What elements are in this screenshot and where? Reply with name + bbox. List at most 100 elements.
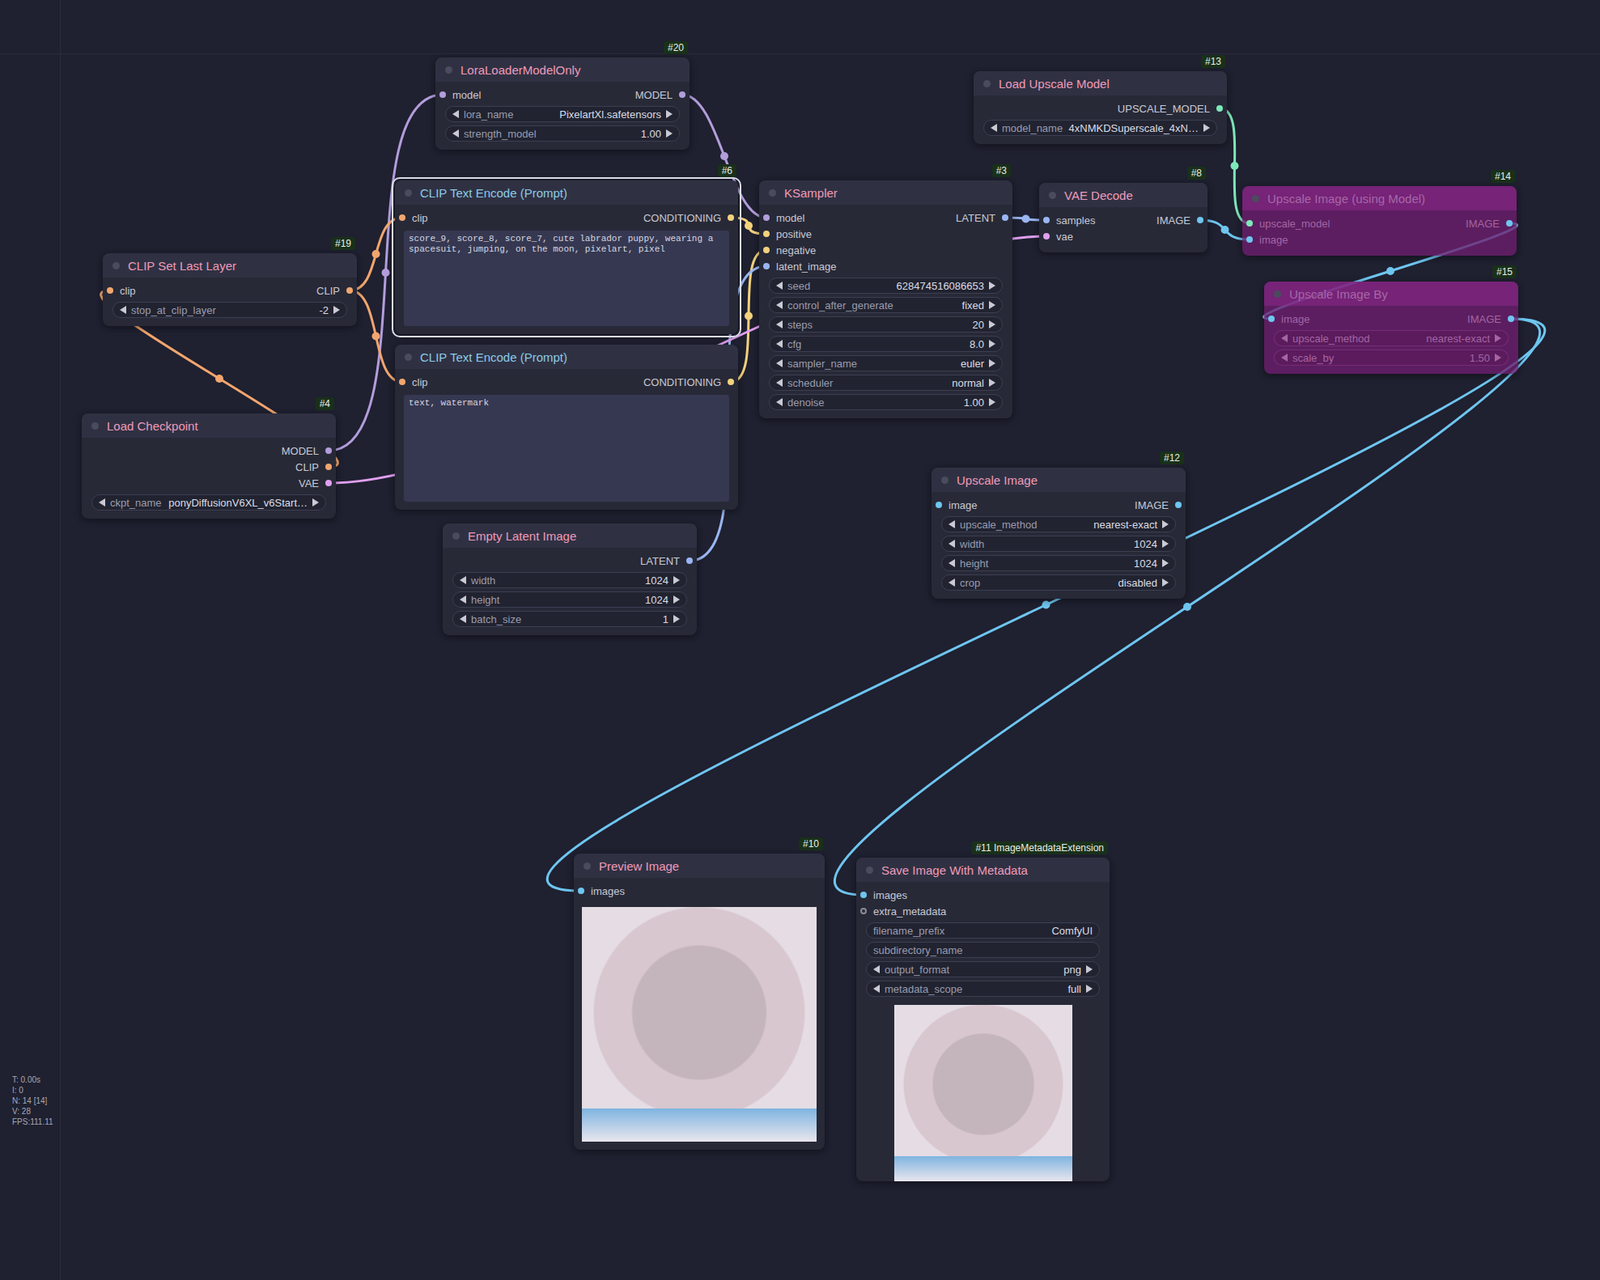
- output-slot[interactable]: LATENT: [886, 209, 1014, 226]
- output-slot[interactable]: MODEL: [562, 86, 690, 103]
- collapse-dot-icon[interactable]: [1048, 191, 1057, 200]
- widget[interactable]: steps20: [768, 316, 1003, 333]
- node[interactable]: #6CLIP Text Encode (Prompt)clipCONDITION…: [394, 180, 739, 335]
- output-slot[interactable]: MODEL: [208, 442, 336, 459]
- increment-arrow-icon[interactable]: [988, 378, 996, 387]
- input-slot[interactable]: vae: [1039, 228, 1124, 245]
- output-slot[interactable]: IMAGE: [1379, 215, 1518, 232]
- collapse-dot-icon[interactable]: [865, 866, 874, 875]
- decrement-arrow-icon[interactable]: [990, 123, 998, 132]
- input-dot-icon[interactable]: [1268, 315, 1275, 323]
- decrement-arrow-icon[interactable]: [459, 576, 467, 585]
- output-slot[interactable]: LATENT: [569, 552, 697, 569]
- node[interactable]: CLIP Text Encode (Prompt)clipCONDITIONIN…: [394, 344, 739, 510]
- increment-arrow-icon[interactable]: [988, 320, 996, 329]
- output-dot-icon[interactable]: [325, 463, 332, 471]
- output-dot-icon[interactable]: [1175, 501, 1182, 509]
- decrement-arrow-icon[interactable]: [452, 110, 459, 119]
- increment-arrow-icon[interactable]: [1494, 334, 1502, 343]
- decrement-arrow-icon[interactable]: [776, 320, 783, 329]
- input-dot-icon[interactable]: [860, 908, 867, 915]
- input-dot-icon[interactable]: [860, 891, 867, 899]
- widget[interactable]: cropdisabled: [941, 574, 1176, 591]
- node-title-bar[interactable]: Load Upscale Model: [973, 71, 1227, 96]
- input-dot-icon[interactable]: [1043, 233, 1050, 240]
- decrement-arrow-icon[interactable]: [459, 615, 467, 624]
- input-dot-icon[interactable]: [106, 287, 114, 294]
- output-slot[interactable]: CONDITIONING: [566, 209, 739, 226]
- increment-arrow-icon[interactable]: [666, 129, 673, 138]
- decrement-arrow-icon[interactable]: [948, 539, 955, 548]
- widget[interactable]: output_formatpng: [865, 961, 1100, 978]
- link-center-icon[interactable]: [381, 268, 391, 277]
- decrement-arrow-icon[interactable]: [776, 301, 783, 310]
- widget[interactable]: subdirectory_name: [865, 942, 1100, 959]
- increment-arrow-icon[interactable]: [1203, 123, 1210, 132]
- input-slot[interactable]: negative: [759, 241, 887, 259]
- increment-arrow-icon[interactable]: [988, 398, 996, 407]
- widget[interactable]: width1024: [452, 572, 688, 589]
- widget[interactable]: denoise1.00: [768, 394, 1003, 411]
- increment-arrow-icon[interactable]: [1162, 559, 1169, 568]
- link-center-icon[interactable]: [372, 332, 381, 341]
- node[interactable]: #12Upscale ImageimageIMAGEupscale_method…: [931, 467, 1186, 599]
- widget[interactable]: lora_namePixelartXl.safetensors: [445, 106, 680, 123]
- increment-arrow-icon[interactable]: [988, 281, 996, 290]
- input-dot-icon[interactable]: [763, 263, 770, 270]
- increment-arrow-icon[interactable]: [1494, 353, 1502, 362]
- link-center-icon[interactable]: [720, 152, 729, 161]
- node-title-bar[interactable]: CLIP Text Encode (Prompt): [394, 180, 739, 205]
- output-slot[interactable]: CONDITIONING: [566, 373, 739, 391]
- output-slot[interactable]: CLIP: [208, 458, 336, 476]
- decrement-arrow-icon[interactable]: [948, 578, 955, 587]
- widget[interactable]: seed628474516086653: [768, 277, 1003, 294]
- increment-arrow-icon[interactable]: [988, 301, 996, 310]
- output-dot-icon[interactable]: [1196, 216, 1204, 224]
- collapse-dot-icon[interactable]: [452, 532, 460, 540]
- node[interactable]: #8VAE DecodesamplesIMAGEvae: [1039, 182, 1208, 253]
- node-title-bar[interactable]: LoraLoaderModelOnly: [435, 57, 690, 82]
- node[interactable]: #14Upscale Image (using Model)upscale_mo…: [1242, 186, 1517, 256]
- input-dot-icon[interactable]: [1246, 236, 1253, 243]
- node-title-bar[interactable]: Empty Latent Image: [442, 523, 697, 548]
- widget[interactable]: cfg8.0: [768, 335, 1003, 353]
- link-center-icon[interactable]: [372, 250, 381, 259]
- increment-arrow-icon[interactable]: [666, 110, 673, 119]
- output-dot-icon[interactable]: [325, 479, 332, 487]
- widget[interactable]: metadata_scopefull: [865, 980, 1100, 998]
- input-slot[interactable]: model: [435, 86, 563, 103]
- output-slot[interactable]: CLIP: [229, 282, 357, 299]
- increment-arrow-icon[interactable]: [673, 576, 680, 585]
- input-slot[interactable]: samples: [1039, 212, 1124, 229]
- collapse-dot-icon[interactable]: [768, 189, 777, 197]
- node[interactable]: #13Load Upscale ModelUPSCALE_MODELmodel_…: [973, 71, 1227, 145]
- input-dot-icon[interactable]: [763, 230, 770, 238]
- decrement-arrow-icon[interactable]: [873, 984, 880, 994]
- increment-arrow-icon[interactable]: [312, 498, 319, 507]
- input-dot-icon[interactable]: [763, 246, 770, 254]
- decrement-arrow-icon[interactable]: [1281, 353, 1288, 362]
- node[interactable]: Empty Latent ImageLATENTwidth1024height1…: [442, 523, 697, 636]
- node[interactable]: #15Upscale Image ByimageIMAGEupscale_met…: [1264, 281, 1519, 374]
- link-center-icon[interactable]: [1386, 267, 1395, 276]
- node-title-bar[interactable]: KSampler: [759, 180, 1013, 205]
- output-dot-icon[interactable]: [1001, 214, 1009, 221]
- graph-canvas[interactable]: #20LoraLoaderModelOnlymodelMODELlora_nam…: [0, 0, 1600, 1280]
- input-slot[interactable]: clip: [394, 373, 567, 391]
- input-slot[interactable]: image: [1264, 310, 1392, 327]
- prompt-textarea[interactable]: text, watermark: [403, 394, 730, 502]
- input-slot[interactable]: positive: [759, 225, 887, 242]
- output-dot-icon[interactable]: [325, 447, 332, 455]
- input-dot-icon[interactable]: [1043, 216, 1050, 224]
- decrement-arrow-icon[interactable]: [1281, 334, 1288, 343]
- input-slot[interactable]: image: [1242, 231, 1380, 248]
- collapse-dot-icon[interactable]: [1251, 195, 1260, 203]
- widget[interactable]: height1024: [941, 555, 1176, 572]
- node-title-bar[interactable]: Upscale Image By: [1264, 281, 1519, 306]
- input-slot[interactable]: image: [931, 496, 1059, 514]
- collapse-dot-icon[interactable]: [983, 80, 991, 88]
- decrement-arrow-icon[interactable]: [776, 398, 783, 407]
- output-dot-icon[interactable]: [1507, 315, 1515, 323]
- output-slot[interactable]: UPSCALE_MODEL: [1100, 100, 1228, 117]
- collapse-dot-icon[interactable]: [941, 476, 949, 484]
